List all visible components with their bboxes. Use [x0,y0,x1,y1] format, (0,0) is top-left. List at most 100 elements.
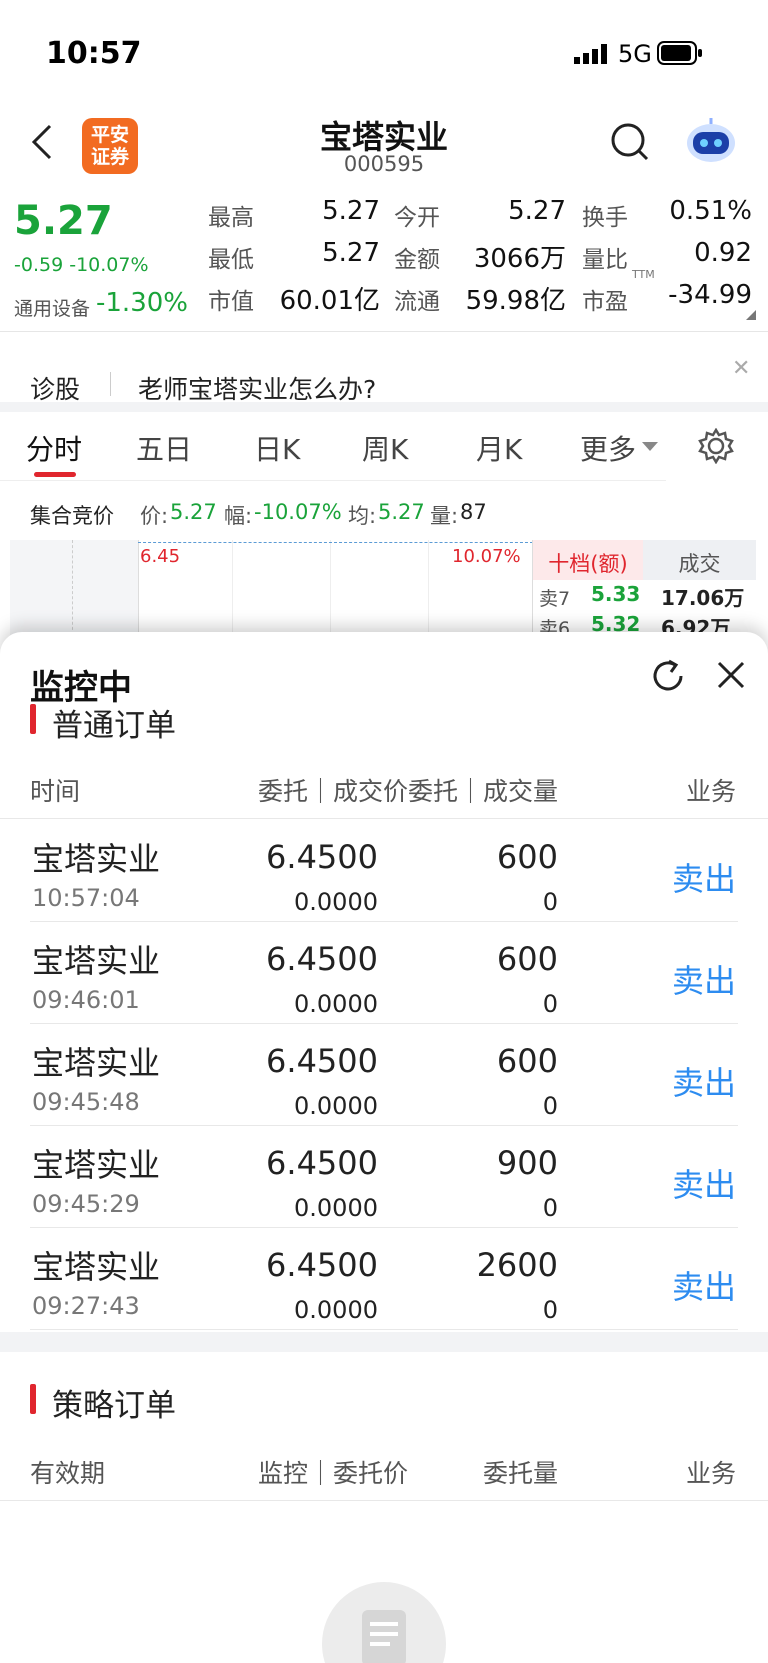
auction-vol-label: 量: [430,504,459,528]
quote-label: 最低 [208,247,254,273]
quote-label: 市盈 [582,289,628,315]
order-price: 6.4500 [266,1144,378,1182]
auction-amp: -10.07% [254,500,342,524]
tab-more[interactable]: 更多 [580,428,636,468]
status-time: 10:57 [46,36,142,71]
header-price: 委托｜成交价 [257,777,408,806]
quote-value: 5.27 [322,238,380,268]
limit-up-line [138,542,533,543]
order-qty: 600 [496,1042,558,1080]
nav-bar: 平安证券 宝塔实业 000595 [0,110,768,192]
tab-trades[interactable]: 成交 [643,540,756,580]
table-row[interactable]: 宝塔实业 09:45:29 6.4500 0.0000 900 0 卖出 [30,1126,738,1228]
grid-line [232,540,233,635]
auction-price-label: 价: [140,504,169,528]
active-tab-indicator [34,472,76,477]
auction-info: 集合竞价 价: 5.27 幅: -10.07% 均: 5.27 量: 87 [0,490,768,534]
tab-intraday[interactable]: 分时 [26,428,82,468]
order-time: 09:45:48 [32,1088,140,1116]
tab-daily-k[interactable]: 日K [254,428,300,468]
order-sell-link[interactable]: 卖出 [672,1262,736,1308]
table-row[interactable]: 宝塔实业 09:45:48 6.4500 0.0000 600 0 卖出 [30,1024,738,1126]
grid-line [72,540,73,635]
order-price: 6.4500 [266,1042,378,1080]
order-price: 6.4500 [266,1246,378,1284]
order-stock-name: 宝塔实业 [32,1248,161,1286]
ask-label: 卖7 [539,588,571,610]
order-sell-link[interactable]: 卖出 [672,1058,736,1104]
status-bar: 10:57 5G [0,0,768,110]
price-change: -0.59 -10.07% [14,254,149,276]
order-deal-qty: 0 [542,1092,558,1120]
tab-ten-level[interactable]: 十档(额) [533,540,643,580]
quote-value: 5.27 [322,196,380,226]
section-marker [30,704,36,734]
normal-orders-title: 普通订单 [52,708,176,744]
signal-icon [574,44,610,64]
order-time: 10:57:04 [32,884,140,912]
divider [0,1500,768,1501]
tab-weekly-k[interactable]: 周K [362,428,408,468]
diagnosis-text: 老师宝塔实业怎么办? [138,375,377,404]
header-qty: 委托｜成交量 [407,777,558,806]
quote-value: 0.51% [669,196,752,226]
diagnosis-bar[interactable]: 诊股 老师宝塔实业怎么办? ✕ [0,340,768,404]
header-validity: 有效期 [30,1459,106,1488]
chart-high-label: 6.45 [140,546,181,567]
refresh-icon[interactable] [648,656,688,696]
order-sell-link[interactable]: 卖出 [672,956,736,1002]
auction-avg-label: 均: [348,504,377,528]
close-icon[interactable] [714,658,748,692]
section-separator [0,1332,768,1352]
close-icon[interactable]: ✕ [732,356,750,381]
order-deal-qty: 0 [542,990,558,1018]
quote-label: 金额 [394,247,440,273]
monitor-sheet: 监控中 普通订单 时间 委托｜成交价 委托｜成交量 业务 宝塔实业 10:57:… [0,632,768,1663]
divider [0,818,768,819]
order-deal-qty: 0 [542,1194,558,1222]
chart-high-pct: 10.07% [452,546,521,567]
tab-monthly-k[interactable]: 月K [476,428,522,468]
tab-five-day[interactable]: 五日 [136,428,192,468]
order-time: 09:46:01 [32,986,140,1014]
header-time: 时间 [30,777,81,806]
quote-label: 量比 [582,247,628,273]
order-deal-price: 0.0000 [294,1092,378,1120]
order-deal-price: 0.0000 [294,1296,378,1324]
order-deal-qty: 0 [542,888,558,916]
battery-icon [657,41,703,65]
order-qty: 600 [496,940,558,978]
sector-name[interactable]: 通用设备 [14,294,90,321]
grid-line [428,540,429,635]
order-time: 09:45:29 [32,1190,140,1218]
table-row[interactable]: 宝塔实业 09:46:01 6.4500 0.0000 600 0 卖出 [30,922,738,1024]
order-deal-qty: 0 [542,1296,558,1324]
ask-amount: 17.06万 [661,586,745,610]
order-sell-link[interactable]: 卖出 [672,1160,736,1206]
robot-assistant-icon[interactable] [684,116,738,166]
table-row[interactable]: 宝塔实业 10:57:04 6.4500 0.0000 600 0 卖出 [30,820,738,922]
table-row[interactable]: 宝塔实业 09:27:43 6.4500 0.0000 2600 0 卖出 [30,1228,738,1330]
auction-price: 5.27 [170,500,217,524]
stock-code: 000595 [343,152,425,176]
order-qty: 900 [496,1144,558,1182]
section-separator [0,402,768,412]
gear-icon[interactable] [698,427,734,465]
auction-label: 集合竞价 [30,504,114,528]
header-monitor-price: 监控｜委托价 [257,1459,408,1488]
ask-price: 5.33 [591,582,641,606]
network-label: 5G [618,40,652,68]
divider [110,372,111,396]
quote-value: 60.01亿 [279,286,380,316]
quote-label: 市值 [208,289,254,315]
chart-left-axis [10,540,138,635]
grid-line [330,540,331,635]
search-icon[interactable] [610,122,650,162]
order-sell-link[interactable]: 卖出 [672,854,736,900]
order-time: 09:27:43 [32,1292,140,1320]
expand-corner-icon[interactable] [746,310,756,320]
quote-value: 0.92 [694,238,752,268]
header-strategy-qty: 委托量 [482,1459,558,1488]
order-qty: 2600 [476,1246,558,1284]
chevron-down-icon [642,442,658,451]
